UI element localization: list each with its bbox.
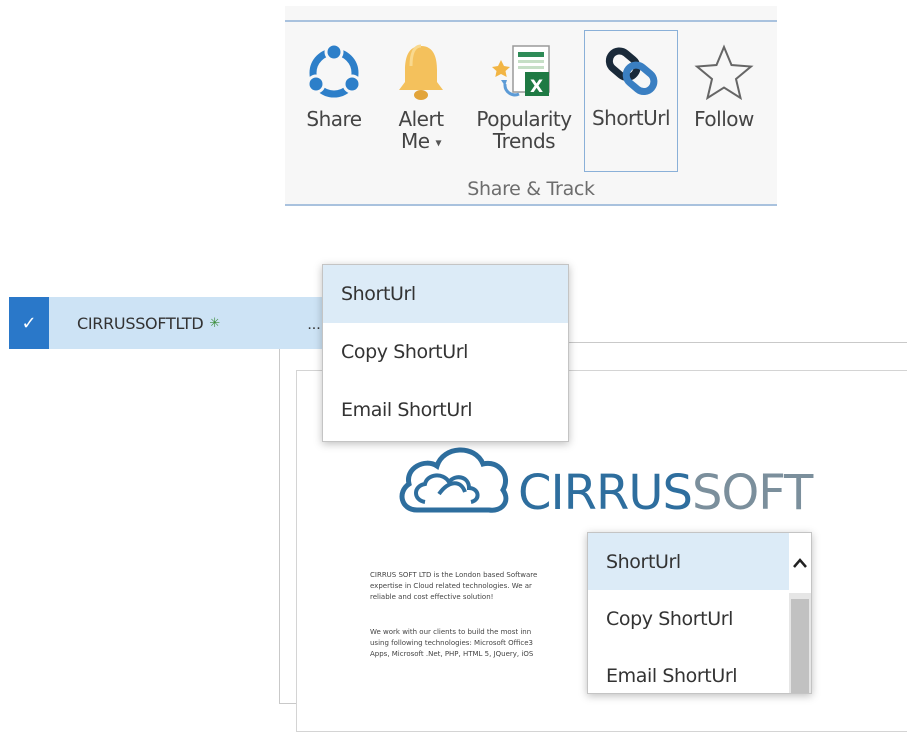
paragraph-line: CIRRUS SOFT LTD is the London based Soft… — [370, 571, 538, 579]
paragraph-line: Apps, Microsoft .Net, PHP, HTML 5, JQuer… — [370, 650, 534, 658]
item-menu-ellipsis[interactable]: ... — [304, 297, 324, 349]
paragraph-line: expertise in Cloud related technologies.… — [370, 582, 532, 590]
preview-paragraph-1: CIRRUS SOFT LTD is the London based Soft… — [370, 570, 590, 603]
alert-me-label: Alert Me ▾ — [398, 107, 444, 154]
bell-icon — [386, 38, 456, 108]
alert-me-button[interactable]: Alert Me ▾ — [383, 32, 459, 172]
popularity-trends-label: Popularity Trends — [476, 107, 572, 153]
popularity-trends-label-line1: Popularity — [476, 107, 572, 131]
shorturl-button[interactable]: ShortUrl — [584, 30, 678, 172]
paragraph-line: reliable and cost effective solution! — [370, 593, 494, 601]
paragraph-line: We work with our clients to build the mo… — [370, 628, 532, 636]
share-label: Share — [306, 107, 362, 131]
scroll-up-button[interactable] — [789, 533, 811, 593]
paragraph-line: using following technologies: Microsoft … — [370, 639, 534, 647]
alert-me-label-line1: Alert — [398, 107, 444, 131]
checkmark-icon: ✓ — [21, 312, 37, 333]
menu-item-copy-shorturl[interactable]: Copy ShortUrl — [323, 323, 568, 381]
svg-text:X: X — [530, 77, 543, 97]
cirrussoft-wordmark: CIRRUSSOFT — [518, 465, 813, 521]
menu-item-copy-shorturl[interactable]: Copy ShortUrl — [588, 590, 811, 647]
scroll-thumb[interactable] — [791, 599, 809, 693]
menu-item-email-shorturl[interactable]: Email ShortUrl — [323, 381, 568, 439]
ribbon-top-divider — [285, 20, 777, 22]
popularity-trends-label-line2: Trends — [492, 129, 556, 153]
ribbon-share-track-group: Share Alert Me ▾ X Popularity Trends Sho… — [285, 6, 777, 206]
menu-item-shorturl[interactable]: ShortUrl — [588, 533, 811, 590]
menu-scrollbar[interactable] — [789, 533, 811, 693]
list-item-title[interactable]: CIRRUSSOFTLTD — [77, 314, 204, 333]
preview-paragraph-2: We work with our clients to build the mo… — [370, 627, 590, 660]
group-label: Share & Track — [467, 178, 595, 200]
shorturl-dropdown-menu: ShortUrl Copy ShortUrl Email ShortUrl — [322, 264, 569, 442]
new-item-icon: ✳ — [209, 315, 221, 330]
alert-me-label-line2: Me — [401, 129, 430, 153]
brand-part-soft: SOFT — [691, 465, 813, 521]
popularity-trends-button[interactable]: X Popularity Trends — [469, 32, 579, 172]
brand-part-cirrus: CIRRUS — [518, 465, 693, 521]
chevron-up-icon — [793, 558, 807, 568]
excel-trends-icon: X — [489, 38, 559, 108]
star-icon — [689, 38, 759, 108]
chevron-down-icon[interactable]: ▾ — [435, 136, 441, 150]
ribbon-bottom-divider — [285, 204, 777, 206]
menu-item-shorturl[interactable]: ShortUrl — [323, 265, 568, 323]
row-checkbox[interactable]: ✓ — [9, 297, 49, 349]
cirrussoft-cloud-logo — [395, 440, 515, 525]
chain-link-icon — [596, 37, 666, 107]
share-icon — [299, 38, 369, 108]
follow-label: Follow — [694, 107, 754, 131]
shorturl-label: ShortUrl — [591, 106, 671, 130]
list-item-row[interactable]: CIRRUSSOFTLTD ✳ — [49, 297, 304, 349]
menu-item-email-shorturl[interactable]: Email ShortUrl — [588, 647, 811, 693]
shorturl-dropdown-menu-scrollable: ShortUrl Copy ShortUrl Email ShortUrl — [587, 532, 812, 694]
share-button[interactable]: Share — [297, 32, 371, 172]
follow-button[interactable]: Follow — [685, 32, 763, 172]
